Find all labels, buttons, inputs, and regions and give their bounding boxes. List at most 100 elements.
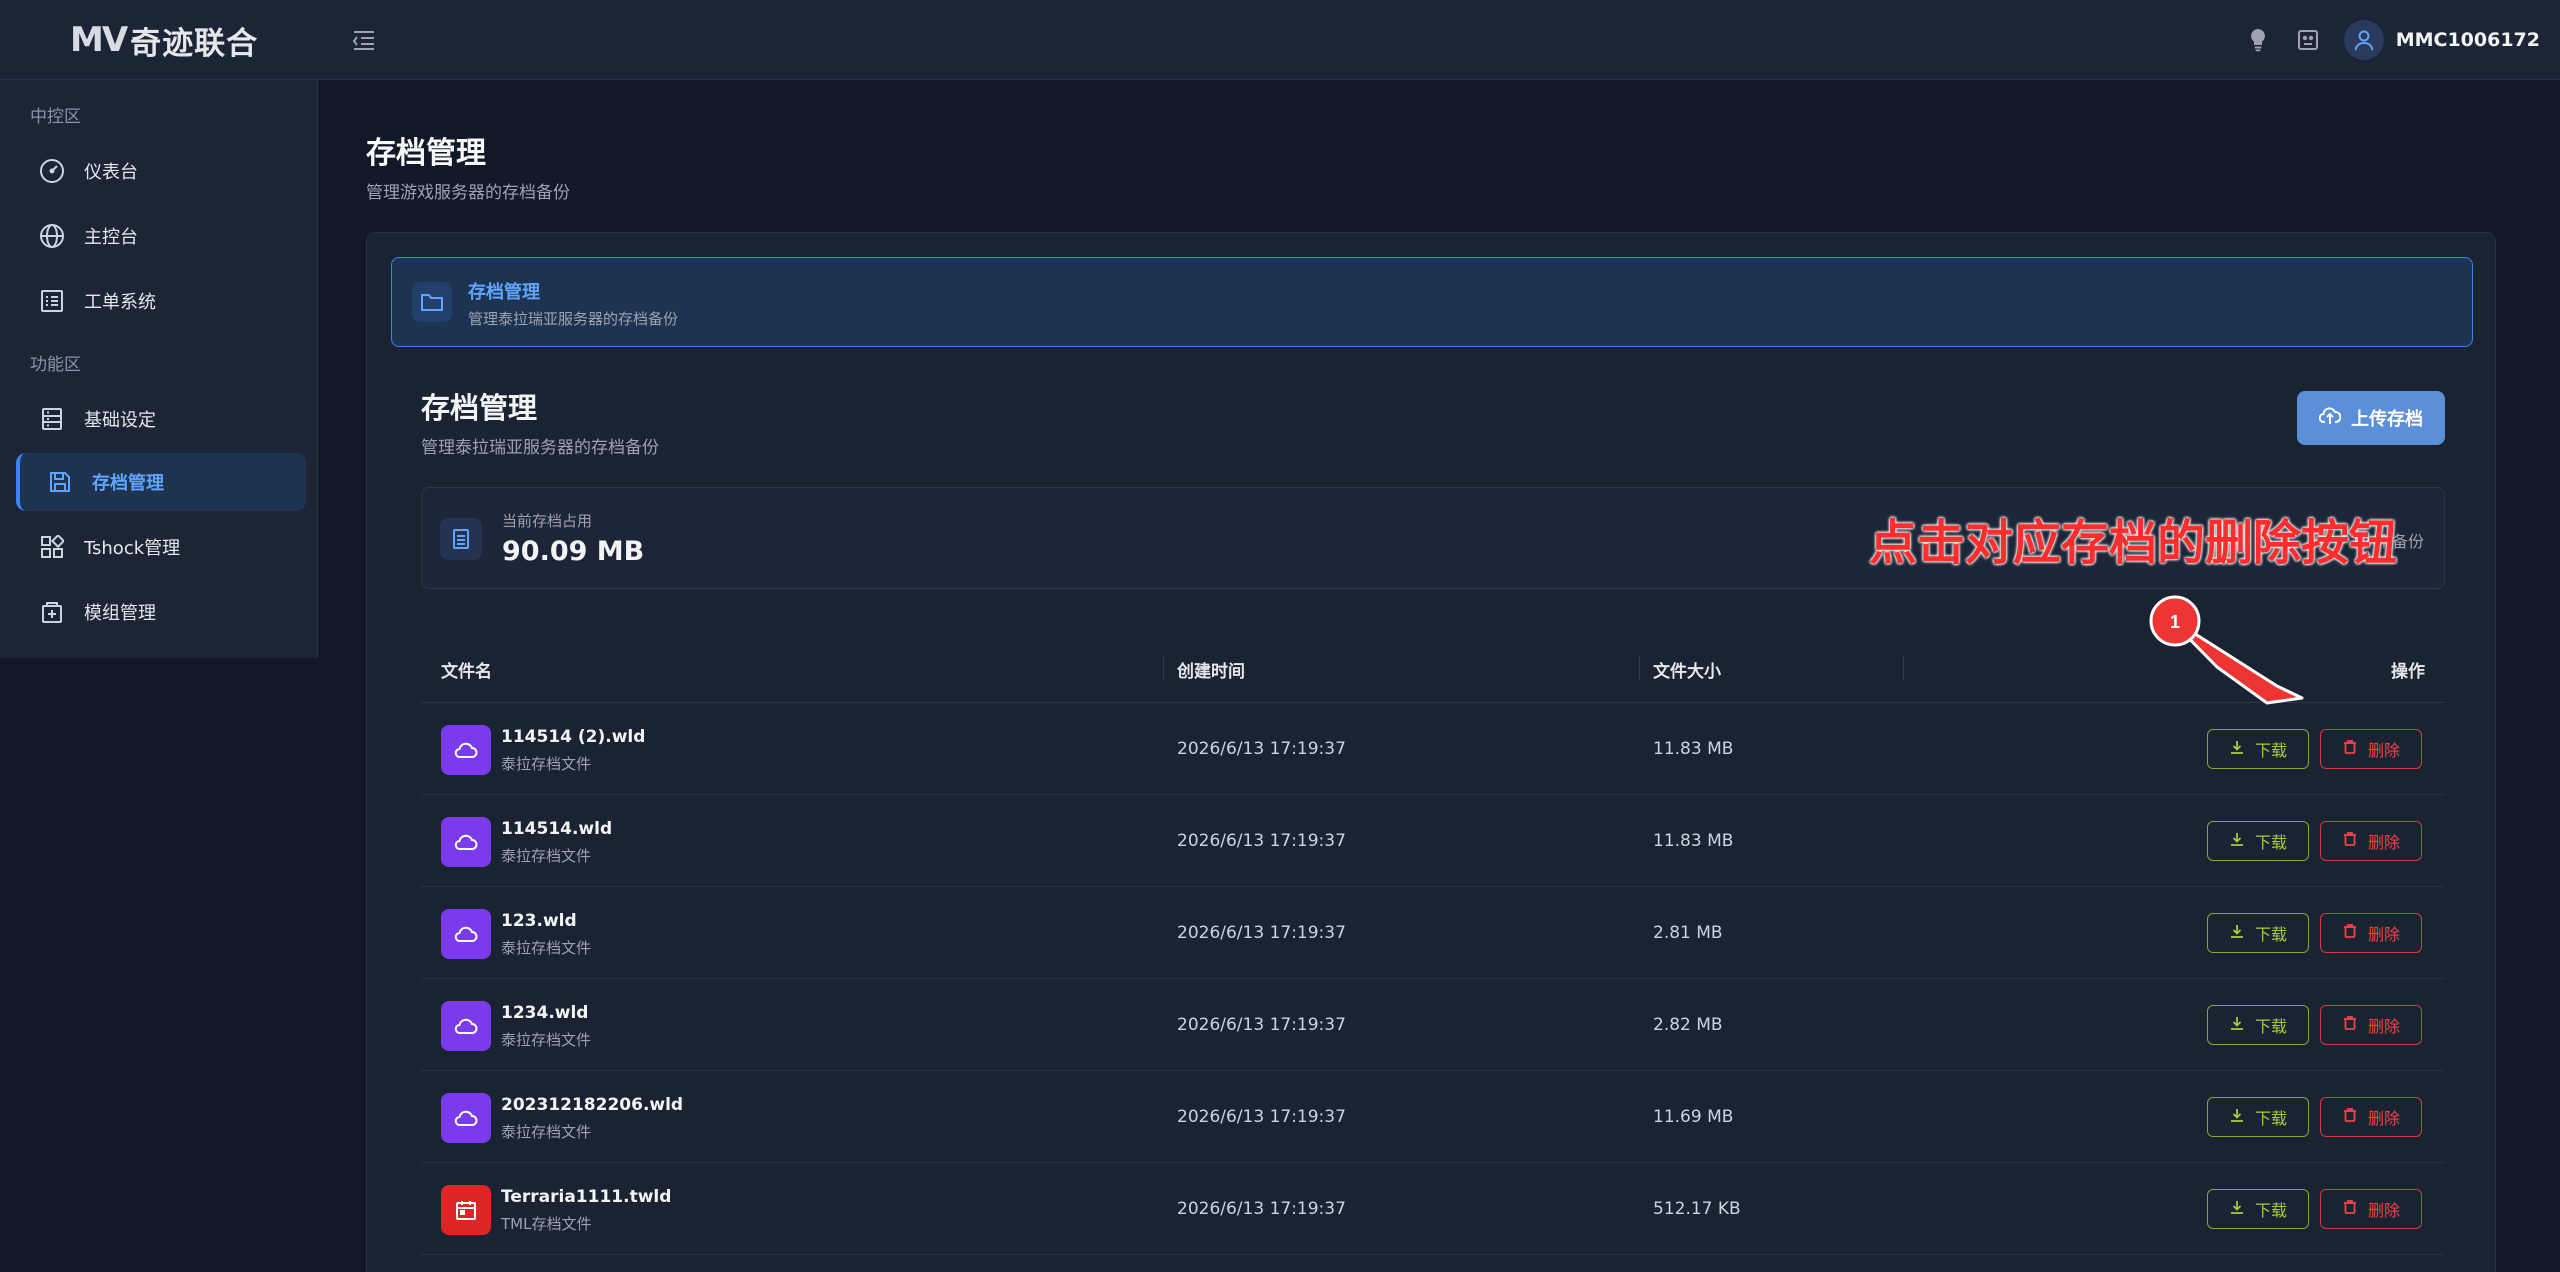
file-size: 2.81 MB <box>1653 923 1723 943</box>
sidebar-item-mods[interactable]: 模组管理 <box>16 583 306 641</box>
storage-icon <box>440 518 482 560</box>
delete-button[interactable]: 删除 <box>2320 1097 2422 1137</box>
created-time: 2026/6/13 17:19:37 <box>1177 1199 1346 1219</box>
delete-button[interactable]: 删除 <box>2320 913 2422 953</box>
trash-icon <box>2342 739 2358 759</box>
delete-button[interactable]: 删除 <box>2320 1189 2422 1229</box>
sidebar-item-basic-settings[interactable]: 基础设定 <box>16 390 306 448</box>
download-label: 下载 <box>2254 925 2287 944</box>
sidebar-item-tickets[interactable]: 工单系统 <box>16 272 306 330</box>
sidebar-item-label: 工单系统 <box>84 292 156 313</box>
trash-icon <box>2342 831 2358 851</box>
download-icon <box>2229 1199 2245 1219</box>
table-body: 114514 (2).wld 泰拉存档文件 2026/6/13 17:19:37 11… <box>421 703 2445 1255</box>
main-content: 存档管理 管理游戏服务器的存档备份 存档管理 管理泰拉瑞亚服务器的存档备份 存档… <box>318 80 2560 1272</box>
file-name: 114514 (2).wld <box>501 727 646 747</box>
delete-label: 删除 <box>2367 925 2400 944</box>
column-header-filename: 文件名 <box>441 662 492 682</box>
table-row: Terraria1111.twld TML存档文件 2026/6/13 17:19:… <box>421 1163 2445 1255</box>
cloud-icon <box>441 725 491 775</box>
archive-table: 文件名 创建时间 文件大小 操作 114514 (2).wld 泰拉存档文件 202… <box>421 633 2445 1255</box>
delete-label: 删除 <box>2367 1201 2400 1220</box>
file-name: 202312182206.wld <box>501 1095 684 1115</box>
file-type: 泰拉存档文件 <box>501 1123 592 1141</box>
section-label-function: 功能区 <box>30 355 81 375</box>
file-type: 泰拉存档文件 <box>501 1031 592 1049</box>
download-button[interactable]: 下载 <box>2207 1189 2309 1229</box>
folder-icon <box>412 282 452 322</box>
column-divider <box>1163 655 1164 681</box>
download-label: 下载 <box>2254 833 2287 852</box>
banner-subtitle: 管理泰拉瑞亚服务器的存档备份 <box>468 310 679 328</box>
delete-label: 删除 <box>2367 1109 2400 1128</box>
download-label: 下载 <box>2254 741 2287 760</box>
username[interactable]: MMC1006172 <box>2396 29 2540 51</box>
annotation-text: 点击对应存档的删除按钮 <box>1869 515 2398 571</box>
created-time: 2026/6/13 17:19:37 <box>1177 1015 1346 1035</box>
sidebar-item-archive-management[interactable]: 存档管理 <box>16 453 306 511</box>
delete-button[interactable]: 删除 <box>2320 729 2422 769</box>
file-type: 泰拉存档文件 <box>501 755 592 773</box>
cloud-icon <box>441 817 491 867</box>
cloud-upload-icon <box>2318 406 2342 431</box>
save-icon <box>46 468 74 496</box>
delete-button[interactable]: 删除 <box>2320 1005 2422 1045</box>
menu-toggle-icon[interactable] <box>348 24 380 56</box>
download-button[interactable]: 下载 <box>2207 821 2309 861</box>
package-icon <box>38 598 66 626</box>
trash-icon <box>2342 1199 2358 1219</box>
usage-label: 当前存档占用 <box>502 512 593 530</box>
file-size: 512.17 KB <box>1653 1199 1741 1219</box>
banner-title: 存档管理 <box>468 282 540 303</box>
file-size: 11.83 MB <box>1653 739 1734 759</box>
column-header-actions: 操作 <box>2391 662 2425 682</box>
download-button[interactable]: 下载 <box>2207 913 2309 953</box>
file-name: 114514.wld <box>501 819 613 839</box>
module-banner[interactable]: 存档管理 管理泰拉瑞亚服务器的存档备份 <box>391 257 2473 347</box>
sidebar-item-dashboard[interactable]: 仪表台 <box>16 142 306 200</box>
robot-face-icon[interactable] <box>2294 26 2322 54</box>
delete-label: 删除 <box>2367 741 2400 760</box>
table-row: 114514.wld 泰拉存档文件 2026/6/13 17:19:37 11.83 … <box>421 795 2445 887</box>
column-divider <box>1639 655 1640 681</box>
download-button[interactable]: 下载 <box>2207 1097 2309 1137</box>
cloud-icon <box>441 1093 491 1143</box>
section-title: 存档管理 <box>421 391 538 425</box>
download-icon <box>2229 739 2245 759</box>
page-subtitle: 管理游戏服务器的存档备份 <box>366 183 570 203</box>
download-button[interactable]: 下载 <box>2207 1005 2309 1045</box>
file-name: 123.wld <box>501 911 577 931</box>
logo-text: 奇迹联合 <box>130 25 259 62</box>
sidebar-item-label: 存档管理 <box>92 473 164 494</box>
created-time: 2026/6/13 17:19:37 <box>1177 1107 1346 1127</box>
upload-archive-button[interactable]: 上传存档 <box>2297 391 2445 445</box>
trash-icon <box>2342 923 2358 943</box>
usage-value: 90.09 MB <box>502 536 645 567</box>
logo[interactable]: MV 奇迹联合 <box>70 16 258 64</box>
file-size: 11.83 MB <box>1653 831 1734 851</box>
sidebar-item-tshock[interactable]: Tshock管理 <box>16 518 306 576</box>
avatar[interactable] <box>2343 20 2384 60</box>
section-subtitle: 管理泰拉瑞亚服务器的存档备份 <box>421 438 659 458</box>
annotation-step-number: 1 <box>2170 612 2180 632</box>
sidebar-item-label: Tshock管理 <box>84 538 181 559</box>
download-button[interactable]: 下载 <box>2207 729 2309 769</box>
delete-label: 删除 <box>2367 1017 2400 1036</box>
lightbulb-icon[interactable] <box>2244 26 2272 54</box>
grid-icon <box>38 533 66 561</box>
sidebar: 中控区 仪表台 主控台 工单系统 功能区 基础设定 存档管理 Tshock管理 … <box>0 80 318 1272</box>
server-icon <box>38 405 66 433</box>
file-size: 2.82 MB <box>1653 1015 1723 1035</box>
file-name: 1234.wld <box>501 1003 589 1023</box>
delete-button[interactable]: 删除 <box>2320 821 2422 861</box>
cloud-icon <box>441 909 491 959</box>
delete-label: 删除 <box>2367 833 2400 852</box>
file-type: 泰拉存档文件 <box>501 939 592 957</box>
download-label: 下载 <box>2254 1017 2287 1036</box>
sidebar-item-console[interactable]: 主控台 <box>16 207 306 265</box>
section-label-control: 中控区 <box>30 107 81 127</box>
created-time: 2026/6/13 17:19:37 <box>1177 831 1346 851</box>
sidebar-panel: 中控区 仪表台 主控台 工单系统 功能区 基础设定 存档管理 Tshock管理 … <box>0 80 318 658</box>
sidebar-item-label: 主控台 <box>84 227 138 248</box>
table-row: 114514 (2).wld 泰拉存档文件 2026/6/13 17:19:37 11… <box>421 703 2445 795</box>
